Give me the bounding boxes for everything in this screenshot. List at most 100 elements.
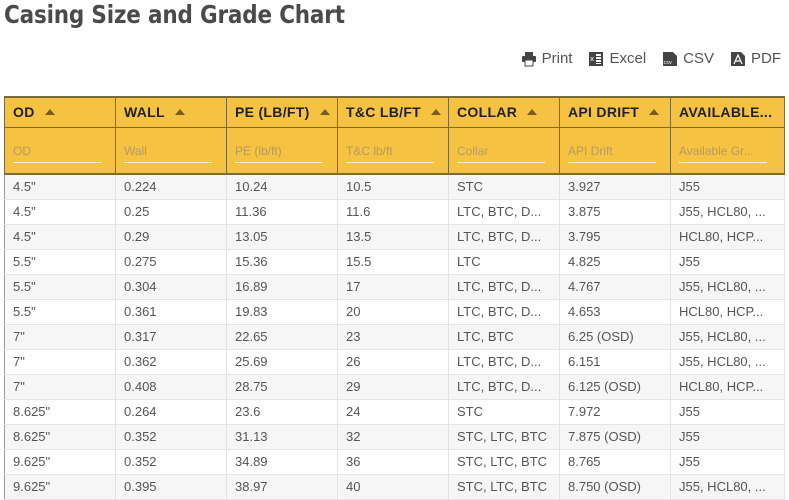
column-header-api-drift[interactable]: API DRIFT	[559, 96, 671, 128]
cell-wall: 0.317	[115, 324, 227, 350]
sort-asc-icon[interactable]	[44, 109, 55, 116]
sort-asc-icon[interactable]	[431, 109, 442, 116]
pdf-button[interactable]: PDF	[730, 50, 781, 67]
svg-text:x: x	[590, 55, 594, 63]
cell-available-grades: J55	[670, 399, 785, 425]
cell-tc: 20	[337, 299, 449, 325]
cell-pe: 28.75	[226, 374, 338, 400]
sort-asc-icon[interactable]	[649, 109, 660, 116]
cell-tc: 24	[337, 399, 449, 425]
excel-button[interactable]: x Excel	[588, 50, 646, 67]
pdf-icon	[730, 51, 746, 67]
table-row[interactable]: 5.5" 0.304 16.89 17 LTC, BTC, D... 4.767 J55, …	[4, 274, 785, 300]
cell-collar: STC, LTC, BTC	[448, 449, 560, 475]
csv-label: CSV	[683, 50, 714, 67]
svg-text:csv: csv	[664, 60, 672, 66]
cell-available-grades: HCL80, HCP...	[670, 224, 785, 250]
filter-wall-input[interactable]	[124, 137, 212, 163]
cell-api-drift: 7.875 (OSD)	[559, 424, 671, 450]
column-header-tc[interactable]: T&C LB/FT	[337, 96, 449, 128]
table-row[interactable]: 4.5" 0.25 11.36 11.6 LTC, BTC, D... 3.875 J55,…	[4, 199, 785, 225]
cell-pe: 34.89	[226, 449, 338, 475]
cell-wall: 0.224	[115, 174, 227, 200]
cell-available-grades: J55	[670, 424, 785, 450]
table-row[interactable]: 9.625" 0.395 38.97 40 STC, LTC, BTC 8.750 (OS…	[4, 474, 785, 500]
header-row: OD WALL PE (LB/FT) T&C LB/FT COLLAR API …	[4, 96, 785, 128]
csv-icon: csv	[662, 51, 678, 67]
csv-button[interactable]: csv CSV	[662, 50, 714, 67]
cell-wall: 0.395	[115, 474, 227, 500]
cell-available-grades: HCL80, HCP...	[670, 374, 785, 400]
page-title: Casing Size and Grade Chart	[4, 0, 345, 29]
cell-collar: LTC	[448, 249, 560, 275]
print-button[interactable]: Print	[521, 50, 573, 67]
pdf-label: PDF	[751, 50, 781, 67]
cell-tc: 40	[337, 474, 449, 500]
table-row[interactable]: 8.625" 0.352 31.13 32 STC, LTC, BTC 7.875 (OS…	[4, 424, 785, 450]
column-header-available-grades[interactable]: AVAILABLE...	[670, 96, 785, 128]
cell-collar: LTC, BTC, D...	[448, 199, 560, 225]
sort-asc-icon[interactable]	[527, 109, 538, 116]
table-row[interactable]: 7" 0.362 25.69 26 LTC, BTC, D... 6.151 J55, HC…	[4, 349, 785, 375]
cell-api-drift: 4.825	[559, 249, 671, 275]
export-toolbar: Print x Excel csv CSV PDF	[521, 50, 781, 67]
cell-api-drift: 6.125 (OSD)	[559, 374, 671, 400]
table-row[interactable]: 5.5" 0.275 15.36 15.5 LTC 4.825 J55	[4, 249, 785, 275]
cell-pe: 38.97	[226, 474, 338, 500]
filter-od-input[interactable]	[13, 137, 101, 163]
cell-pe: 10.24	[226, 174, 338, 200]
cell-available-grades: J55, HCL80, ...	[670, 199, 785, 225]
cell-pe: 15.36	[226, 249, 338, 275]
table-row[interactable]: 7" 0.408 28.75 29 LTC, BTC, D... 6.125 (OSD) H…	[4, 374, 785, 400]
cell-collar: STC	[448, 174, 560, 200]
cell-available-grades: J55	[670, 449, 785, 475]
cell-collar: STC, LTC, BTC	[448, 474, 560, 500]
cell-collar: LTC, BTC	[448, 324, 560, 350]
filter-pe-input[interactable]	[235, 137, 323, 163]
print-label: Print	[541, 50, 573, 67]
filter-tc-input[interactable]	[346, 137, 434, 163]
cell-od: 8.625"	[4, 424, 116, 450]
filter-api-drift-input[interactable]	[568, 137, 656, 163]
column-header-wall[interactable]: WALL	[115, 96, 227, 128]
cell-od: 9.625"	[4, 474, 116, 500]
cell-od: 4.5"	[4, 224, 116, 250]
table-row[interactable]: 4.5" 0.224 10.24 10.5 STC 3.927 J55	[4, 174, 785, 200]
table-row[interactable]: 7" 0.317 22.65 23 LTC, BTC 6.25 (OSD) J55, HCL…	[4, 324, 785, 350]
cell-pe: 13.05	[226, 224, 338, 250]
cell-tc: 17	[337, 274, 449, 300]
cell-pe: 22.65	[226, 324, 338, 350]
cell-api-drift: 3.795	[559, 224, 671, 250]
cell-tc: 10.5	[337, 174, 449, 200]
table-row[interactable]: 5.5" 0.361 19.83 20 LTC, BTC, D... 4.653 HCL80…	[4, 299, 785, 325]
cell-wall: 0.29	[115, 224, 227, 250]
sort-asc-icon[interactable]	[319, 109, 330, 116]
cell-wall: 0.25	[115, 199, 227, 225]
cell-pe: 19.83	[226, 299, 338, 325]
cell-tc: 29	[337, 374, 449, 400]
filter-collar-input[interactable]	[457, 137, 545, 163]
cell-api-drift: 8.750 (OSD)	[559, 474, 671, 500]
cell-od: 7"	[4, 324, 116, 350]
cell-api-drift: 6.151	[559, 349, 671, 375]
cell-tc: 32	[337, 424, 449, 450]
cell-collar: LTC, BTC, D...	[448, 299, 560, 325]
column-header-collar[interactable]: COLLAR	[448, 96, 560, 128]
cell-api-drift: 6.25 (OSD)	[559, 324, 671, 350]
filter-available-grades-input[interactable]	[679, 137, 767, 163]
column-header-od[interactable]: OD	[4, 96, 116, 128]
column-header-pe[interactable]: PE (LB/FT)	[226, 96, 338, 128]
cell-collar: STC, LTC, BTC	[448, 424, 560, 450]
cell-available-grades: HCL80, HCP...	[670, 299, 785, 325]
cell-pe: 23.6	[226, 399, 338, 425]
table-row[interactable]: 8.625" 0.264 23.6 24 STC 7.972 J55	[4, 399, 785, 425]
cell-wall: 0.264	[115, 399, 227, 425]
sort-asc-icon[interactable]	[174, 109, 185, 116]
table-row[interactable]: 4.5" 0.29 13.05 13.5 LTC, BTC, D... 3.795 HCL8…	[4, 224, 785, 250]
cell-wall: 0.275	[115, 249, 227, 275]
filter-row	[4, 126, 785, 175]
cell-collar: STC	[448, 399, 560, 425]
cell-pe: 11.36	[226, 199, 338, 225]
cell-tc: 15.5	[337, 249, 449, 275]
table-row[interactable]: 9.625" 0.352 34.89 36 STC, LTC, BTC 8.765 J55	[4, 449, 785, 475]
